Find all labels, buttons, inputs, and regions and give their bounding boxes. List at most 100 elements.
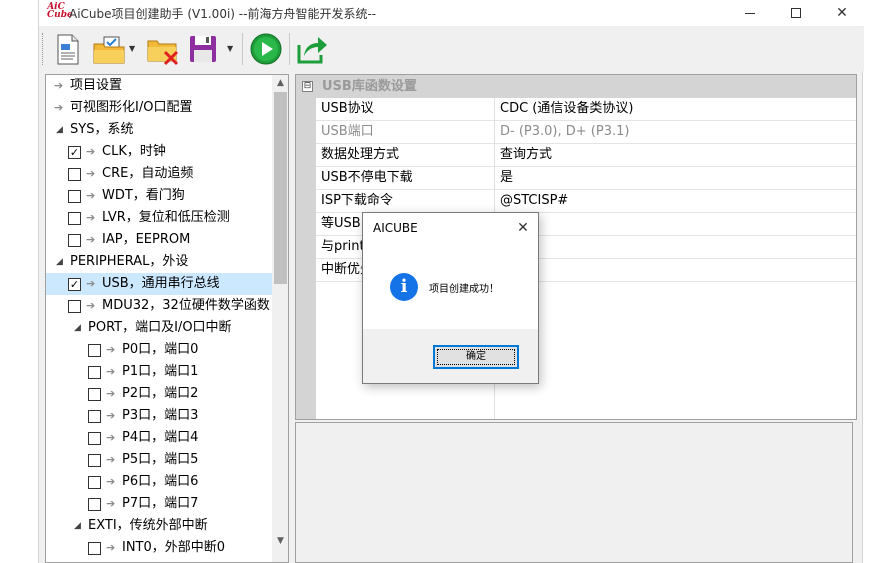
close-project-button[interactable] xyxy=(145,31,181,67)
close-button[interactable]: ✕ xyxy=(819,0,865,26)
tree-item[interactable]: ➔ 可视图形化I/O口配置 xyxy=(46,97,272,119)
property-name: 数据处理方式 xyxy=(321,147,400,162)
tree-checkbox[interactable] xyxy=(68,190,81,203)
dialog-title: AICUBE xyxy=(373,221,418,235)
tree-checkbox[interactable] xyxy=(88,476,101,489)
property-group-title: USB库函数设置 xyxy=(322,79,417,94)
tree-checkbox[interactable] xyxy=(88,454,101,467)
tree-checkbox[interactable]: ✓ xyxy=(68,146,81,159)
property-value[interactable]: @STCISP# xyxy=(500,190,568,212)
close-project-icon xyxy=(147,40,179,66)
tree-item-label: P5口，端口5 xyxy=(122,452,199,467)
tree-item[interactable]: ➔ INT0，外部中断0 xyxy=(46,537,272,559)
property-name: USB不停电下载 xyxy=(321,170,413,185)
tree-checkbox[interactable] xyxy=(68,234,81,247)
tree-checkbox[interactable] xyxy=(68,168,81,181)
tree-item-label: LVR，复位和低压检测 xyxy=(102,210,230,225)
tree-arrow-icon: ➔ xyxy=(86,233,96,246)
tree-item[interactable]: ➔ P6口，端口6 xyxy=(46,471,272,493)
tree-arrow-icon: ➔ xyxy=(106,453,116,466)
ok-button[interactable]: 确定 xyxy=(433,345,519,369)
tree-item[interactable]: ◢ PERIPHERAL，外设 xyxy=(46,251,272,273)
tree-arrow-icon: ➔ xyxy=(106,409,116,422)
property-value[interactable]: 查询方式 xyxy=(500,144,552,166)
expand-arrow-icon[interactable]: ◢ xyxy=(74,515,84,537)
tree-checkbox[interactable] xyxy=(88,542,101,555)
collapse-icon[interactable]: ⊟ xyxy=(302,81,313,92)
tree-item[interactable]: ➔ P4口，端口4 xyxy=(46,427,272,449)
tree-checkbox[interactable] xyxy=(88,410,101,423)
description-panel xyxy=(295,422,853,563)
module-tree: ➔ 项目设置 ➔ 可视图形化I/O口配置 ◢ SYS，系统 ✓ ➔ CLK，时钟 ➔ CRE，自动追… xyxy=(45,74,289,563)
tree-item[interactable]: ◢ EXTI，传统外部中断 xyxy=(46,515,272,537)
tree-checkbox[interactable] xyxy=(68,300,81,313)
tree-item[interactable]: ➔ IAP，EEPROM xyxy=(46,229,272,251)
tree-item[interactable]: ➔ P5口，端口5 xyxy=(46,449,272,471)
tree-item[interactable]: ➔ CRE，自动追频 xyxy=(46,163,272,185)
minimize-button[interactable] xyxy=(727,0,773,26)
tree-item[interactable]: ➔ 项目设置 xyxy=(46,75,272,97)
property-name: ISP下载命令 xyxy=(321,193,393,208)
tree-arrow-icon: ➔ xyxy=(86,145,96,158)
tree-item[interactable]: ➔ P0口，端口0 xyxy=(46,339,272,361)
expand-arrow-icon[interactable]: ◢ xyxy=(56,251,66,273)
save-icon xyxy=(190,36,216,62)
tree-item-label: PORT，端口及I/O口中断 xyxy=(88,320,232,335)
app-logo: AiC Cube xyxy=(47,3,73,23)
tree-checkbox[interactable] xyxy=(88,344,101,357)
property-value[interactable]: 是 xyxy=(500,167,513,189)
scroll-down-arrow-icon[interactable]: ▼ xyxy=(272,533,288,550)
tree-item[interactable]: ➔ P1口，端口1 xyxy=(46,361,272,383)
tree-item-label: P7口，端口7 xyxy=(122,496,199,511)
new-document-icon xyxy=(57,34,79,65)
maximize-button[interactable] xyxy=(773,0,819,26)
tree-item[interactable]: ➔ MDU32，32位硬件数学函数 xyxy=(46,295,272,317)
property-row[interactable]: USB协议 CDC (通信设备类协议) xyxy=(316,98,856,121)
property-value[interactable]: D- (P3.0), D+ (P3.1) xyxy=(500,121,629,143)
tree-checkbox[interactable] xyxy=(88,432,101,445)
tree-checkbox[interactable] xyxy=(88,366,101,379)
property-name: USB端口 xyxy=(321,124,374,139)
property-group-header[interactable]: ⊟ USB库函数设置 xyxy=(296,75,856,98)
tree-item[interactable]: ➔ P3口，端口3 xyxy=(46,405,272,427)
save-dropdown-icon[interactable]: ▼ xyxy=(227,44,237,54)
save-button[interactable] xyxy=(185,31,221,67)
property-row[interactable]: 数据处理方式 查询方式 xyxy=(316,144,856,167)
scroll-thumb[interactable] xyxy=(274,92,287,284)
property-row[interactable]: ISP下载命令 @STCISP# xyxy=(316,190,856,213)
tree-arrow-icon: ➔ xyxy=(106,497,116,510)
open-project-icon xyxy=(93,36,125,64)
tree-checkbox[interactable] xyxy=(88,388,101,401)
property-row[interactable]: USB端口 D- (P3.0), D+ (P3.1) xyxy=(316,121,856,144)
tree-item[interactable]: ◢ SYS，系统 xyxy=(46,119,272,141)
tree-item[interactable]: ➔ P2口，端口2 xyxy=(46,383,272,405)
open-project-button[interactable] xyxy=(91,31,127,67)
open-dropdown-icon[interactable]: ▼ xyxy=(129,44,139,54)
scroll-up-arrow-icon[interactable]: ▲ xyxy=(272,75,288,92)
expand-arrow-icon[interactable]: ◢ xyxy=(74,317,84,339)
tree-scrollbar[interactable]: ▲ ▼ xyxy=(272,75,288,562)
dialog-close-button[interactable]: ✕ xyxy=(513,218,533,238)
tree-item[interactable]: ➔ WDT，看门狗 xyxy=(46,185,272,207)
toolbar-grip xyxy=(42,33,45,65)
tree-checkbox[interactable]: ✓ xyxy=(68,278,81,291)
tree-checkbox[interactable] xyxy=(68,212,81,225)
tree-arrow-icon: ➔ xyxy=(86,299,96,312)
run-button[interactable] xyxy=(248,31,284,67)
property-name: USB协议 xyxy=(321,101,374,116)
toolbar-separator xyxy=(289,33,290,65)
tree-item[interactable]: ✓ ➔ USB，通用串行总线 xyxy=(46,273,272,295)
expand-arrow-icon[interactable]: ◢ xyxy=(56,119,66,141)
property-value[interactable]: CDC (通信设备类协议) xyxy=(500,98,633,120)
tree-checkbox[interactable] xyxy=(88,498,101,511)
tree-item-label: USB，通用串行总线 xyxy=(102,276,220,291)
tree-item[interactable]: ➔ P7口，端口7 xyxy=(46,493,272,515)
tree-item[interactable]: ✓ ➔ CLK，时钟 xyxy=(46,141,272,163)
tree-arrow-icon: ➔ xyxy=(54,101,64,114)
tree-item[interactable]: ◢ PORT，端口及I/O口中断 xyxy=(46,317,272,339)
export-button[interactable] xyxy=(294,31,330,67)
new-project-button[interactable] xyxy=(49,31,85,67)
property-row[interactable]: USB不停电下载 是 xyxy=(316,167,856,190)
tree-item[interactable]: ➔ LVR，复位和低压检测 xyxy=(46,207,272,229)
tree-item-label: SYS，系统 xyxy=(70,122,134,137)
